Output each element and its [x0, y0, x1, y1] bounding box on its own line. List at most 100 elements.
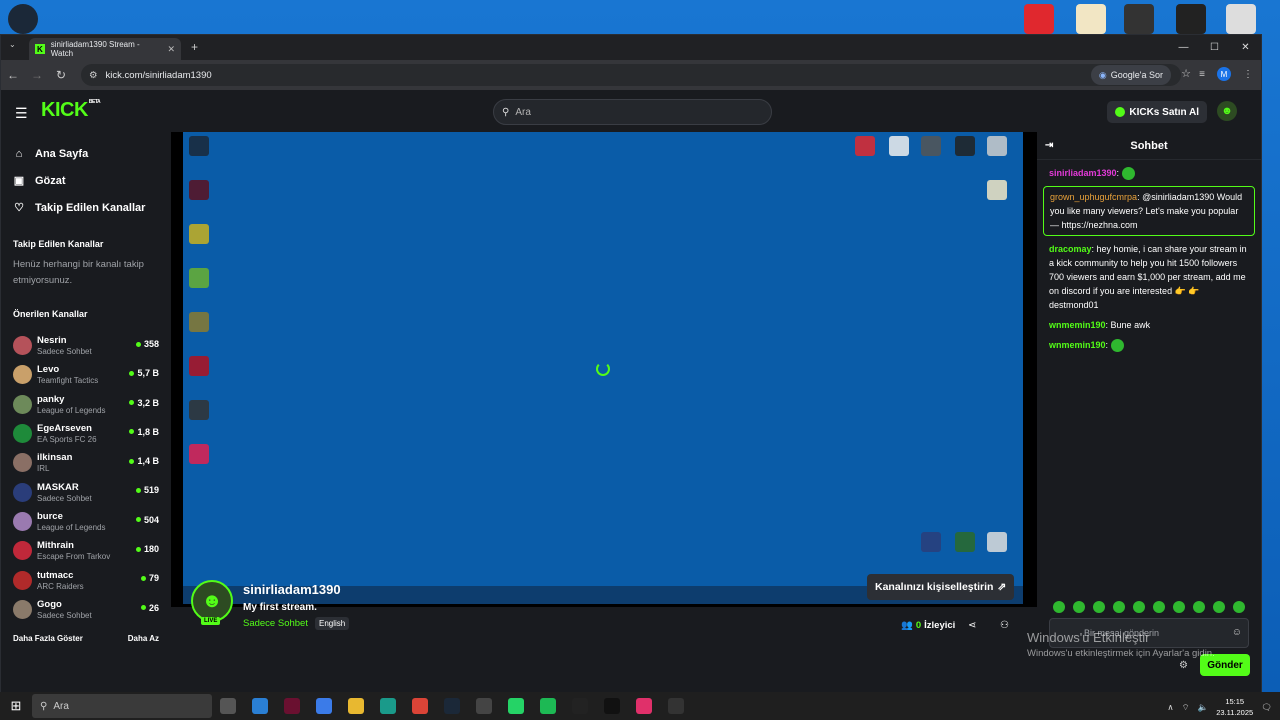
windows-start-icon[interactable]: ⊞ — [0, 698, 32, 714]
site-search[interactable]: ⚲ — [493, 99, 772, 125]
user-avatar[interactable]: ☻ — [1217, 101, 1237, 121]
stream-category[interactable]: Sadece Sohbet — [243, 618, 308, 629]
chat-messages: sinirliadam1390: grown_uphugufcmrpa: @si… — [1037, 166, 1261, 353]
recommended-channel[interactable]: Gogo Sadece Sohbet 26 — [1, 595, 171, 624]
maximize-icon[interactable]: ☐ — [1199, 35, 1230, 60]
spotify-icon[interactable] — [532, 698, 564, 714]
stream-desktop-icon — [189, 268, 209, 288]
emote-icon[interactable] — [1093, 601, 1105, 613]
recommended-channel[interactable]: burce League of Legends 504 — [1, 507, 171, 536]
steam-desktop-icon[interactable] — [8, 4, 38, 34]
share-icon[interactable]: ⋖ — [968, 620, 976, 631]
document-desktop-icon[interactable] — [1076, 4, 1106, 34]
customize-channel-button[interactable]: Kanalınızı kişiselleştirin ⇗ — [867, 574, 1015, 600]
nav-browse[interactable]: ▣ Gözat — [13, 167, 171, 194]
whatsapp-icon[interactable] — [500, 698, 532, 714]
emote-icon[interactable] — [1193, 601, 1205, 613]
emote-icon[interactable] — [1173, 601, 1185, 613]
tab-search-chevron-icon[interactable]: ⌄ — [9, 40, 16, 49]
emote-icon[interactable] — [1213, 601, 1225, 613]
site-info-icon[interactable]: ⚙ — [89, 70, 98, 81]
emoji-picker-icon[interactable]: ☺ — [1232, 627, 1242, 638]
chat-username[interactable]: dracomay — [1049, 244, 1092, 254]
show-more-link[interactable]: Daha Fazla Göster — [13, 634, 83, 643]
user-settings-icon[interactable]: ⚇ — [1000, 620, 1009, 631]
channel-avatar — [13, 424, 32, 444]
emote-icon[interactable] — [1153, 601, 1165, 613]
forward-icon[interactable]: → — [25, 68, 49, 82]
channel-viewers: 3,2 B — [129, 398, 159, 408]
copilot-icon[interactable] — [308, 698, 340, 714]
tray-chevron-icon[interactable]: ∧ — [1167, 702, 1173, 713]
menu-kebab-icon[interactable]: ⋮ — [1243, 69, 1253, 80]
recommended-channel[interactable]: EgeArseven EA Sports FC 26 1,8 B — [1, 419, 171, 448]
emote-icon[interactable] — [1113, 601, 1125, 613]
back-icon[interactable]: ← — [1, 68, 25, 82]
file-explorer-icon[interactable] — [340, 698, 372, 714]
video-player[interactable] — [171, 132, 1037, 607]
reading-list-icon[interactable]: ≡ — [1199, 69, 1205, 80]
minimize-icon[interactable]: — — [1168, 35, 1199, 60]
chat-username[interactable]: grown_uphugufcmrpa — [1050, 192, 1137, 202]
terminal-icon[interactable] — [564, 698, 596, 714]
character-desktop-icon[interactable] — [1226, 4, 1256, 34]
google-sor-button[interactable]: ◉ Google'a Sor — [1090, 65, 1171, 85]
clock[interactable]: 15:15 23.11.2025 — [1216, 696, 1253, 718]
m-app-desktop-icon[interactable] — [1124, 4, 1154, 34]
emote-icon[interactable] — [1053, 601, 1065, 613]
valorant-icon[interactable] — [276, 698, 308, 714]
network-icon[interactable]: ⌔ — [1182, 702, 1190, 713]
close-window-icon[interactable]: ✕ — [1230, 35, 1261, 60]
chat-username[interactable]: sinirliadam1390 — [1049, 168, 1117, 178]
tab-kick-stream[interactable]: K sinirliadam1390 Stream - Watch ✕ — [29, 38, 181, 60]
obs-icon[interactable] — [660, 698, 692, 714]
emote-icon[interactable] — [1073, 601, 1085, 613]
anydesk-desktop-icon[interactable] — [1024, 4, 1054, 34]
kick-logo[interactable]: KICKBETA — [41, 99, 101, 122]
taskbar-search-label: Ara — [53, 700, 69, 712]
tiktok-icon[interactable] — [596, 698, 628, 714]
chrome-icon[interactable] — [404, 698, 436, 714]
show-less-link[interactable]: Daha Az — [128, 634, 159, 643]
notification-icon[interactable]: 🗨 — [1261, 702, 1272, 713]
recommended-channel[interactable]: tutmacc ARC Raiders 79 — [1, 565, 171, 594]
nav-home[interactable]: ⌂ Ana Sayfa — [13, 140, 171, 167]
search-input[interactable] — [515, 106, 746, 118]
store-icon[interactable] — [244, 698, 276, 714]
recommended-channel[interactable]: Mithrain Escape From Tarkov 180 — [1, 536, 171, 565]
collapse-chat-icon[interactable]: ⇥ — [1045, 140, 1053, 151]
recommended-channel[interactable]: Levo Teamfight Tactics 5,7 B — [1, 360, 171, 389]
close-tab-icon[interactable]: ✕ — [167, 44, 175, 55]
recommended-list: Nesrin Sadece Sohbet 358 Levo Teamfight Tact… — [1, 331, 171, 624]
channel-name[interactable]: sinirliadam1390 — [243, 582, 341, 597]
nav-following[interactable]: ♡ Takip Edilen Kanallar — [13, 194, 171, 221]
chat-username[interactable]: wnmemin190 — [1049, 320, 1106, 330]
hamburger-menu-icon[interactable]: ☰ — [15, 105, 28, 122]
game-desktop-icon[interactable] — [1176, 4, 1206, 34]
buy-kicks-button[interactable]: KICKs Satın Al — [1107, 101, 1207, 123]
stream-language-tag[interactable]: English — [315, 617, 350, 630]
task-view-icon[interactable] — [212, 698, 244, 714]
new-tab-icon[interactable]: + — [191, 40, 198, 54]
url-field[interactable]: ⚙ kick.com/sinirliadam1390 — [81, 64, 1181, 86]
tiktok-studio-icon[interactable] — [628, 698, 660, 714]
channel-name: Mithrain — [37, 540, 74, 552]
volume-icon[interactable]: 🔈 — [1198, 702, 1209, 713]
reload-icon[interactable]: ↻ — [49, 68, 73, 82]
recommended-channel[interactable]: MASKAR Sadece Sohbet 519 — [1, 477, 171, 506]
recommended-channel[interactable]: Nesrin Sadece Sohbet 358 — [1, 331, 171, 360]
edge-icon[interactable] — [372, 698, 404, 714]
emote-icon[interactable] — [1233, 601, 1245, 613]
steam-icon[interactable] — [436, 698, 468, 714]
logo-beta-badge: BETA — [88, 99, 101, 105]
recommended-channel[interactable]: panky League of Legends 3,2 B — [1, 390, 171, 419]
profile-avatar[interactable]: M — [1217, 67, 1231, 81]
channel-avatar[interactable]: ☻ — [191, 580, 233, 622]
channel-category: Sadece Sohbet — [37, 347, 92, 357]
chat-username[interactable]: wnmemin190 — [1049, 340, 1106, 350]
recommended-channel[interactable]: ilkinsan IRL 1,4 B — [1, 448, 171, 477]
m-app-icon[interactable] — [468, 698, 500, 714]
bookmark-star-icon[interactable]: ☆ — [1181, 67, 1191, 80]
emote-icon[interactable] — [1133, 601, 1145, 613]
taskbar-search[interactable]: ⚲ Ara — [32, 694, 212, 718]
